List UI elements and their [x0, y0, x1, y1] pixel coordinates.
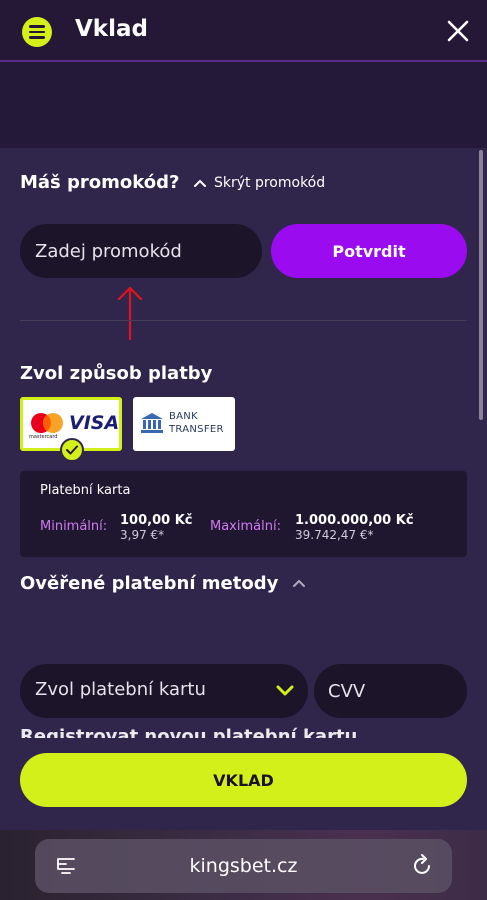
hide-promo-toggle[interactable]: Skrýt promokód: [194, 175, 325, 191]
chevron-down-icon: [276, 685, 294, 696]
url-text: kingsbet.cz: [189, 855, 298, 877]
payment-method-title: Zvol způsob platby: [20, 363, 213, 384]
deposit-button[interactable]: VKLAD: [20, 753, 467, 807]
verified-methods-title: Ověřené platební metody: [20, 573, 279, 594]
bank-line1: BANK: [169, 411, 198, 422]
payment-limits-box: Platební karta Minimální: 100,00 Kč 3,97…: [20, 471, 467, 557]
limits-title: Platební karta: [40, 483, 131, 498]
hamburger-menu-icon[interactable]: [22, 17, 52, 47]
saved-card-select-label: Zvol platební kartu: [35, 679, 206, 700]
header-bar: Vklad: [0, 0, 487, 62]
red-annotation-arrow-icon: [117, 286, 143, 341]
min-label: Minimální:: [40, 519, 108, 534]
page-title: Vklad: [75, 16, 148, 42]
promo-question: Máš promokód?: [20, 172, 180, 193]
max-sub-value: 39.742,47 €*: [295, 528, 374, 542]
promo-code-input[interactable]: [20, 224, 262, 278]
bank-building-icon: [141, 413, 163, 433]
visa-logo: VISA: [69, 412, 120, 434]
reload-icon[interactable]: [412, 854, 434, 878]
payment-method-bank-transfer[interactable]: BANK TRANSFER: [133, 397, 235, 451]
selected-check-icon: [60, 438, 84, 462]
mastercard-logo-icon: [31, 413, 63, 433]
bank-line2: TRANSFER: [169, 424, 224, 435]
close-icon[interactable]: [445, 18, 471, 44]
min-value: 100,00 Kč: [120, 513, 193, 528]
max-value: 1.000.000,00 Kč: [295, 513, 414, 528]
saved-card-select[interactable]: Zvol platební kartu: [20, 664, 308, 718]
cvv-input[interactable]: [314, 664, 467, 718]
bank-transfer-label: BANK TRANSFER: [169, 410, 224, 436]
max-label: Maximální:: [210, 519, 281, 534]
chevron-up-icon[interactable]: [292, 578, 306, 588]
divider: [20, 320, 467, 321]
url-bar[interactable]: kingsbet.cz: [35, 839, 452, 893]
mastercard-label: mastercard: [29, 434, 58, 440]
register-card-partial-text: Registrovat novou platební kartu: [20, 726, 358, 738]
confirm-promo-button[interactable]: Potvrdit: [271, 224, 467, 278]
scrollbar[interactable]: [479, 150, 483, 420]
chevron-up-icon: [194, 179, 206, 187]
top-band: [0, 64, 487, 148]
hide-promo-label: Skrýt promokód: [214, 175, 326, 191]
min-sub-value: 3,97 €*: [120, 528, 165, 542]
